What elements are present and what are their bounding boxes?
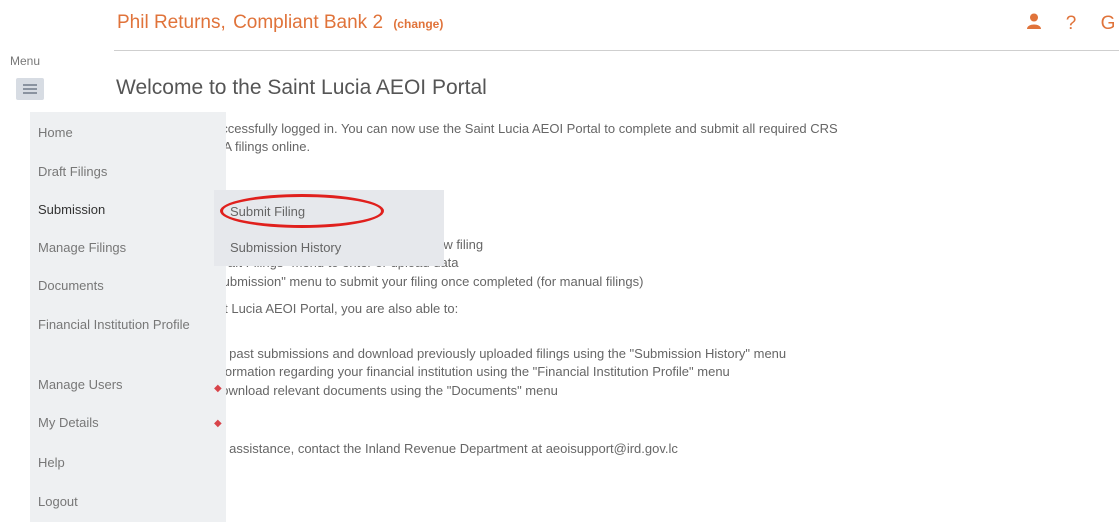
sidebar-item-help[interactable]: Help (38, 455, 65, 470)
sidebar-item-documents[interactable]: Documents (38, 278, 104, 293)
feature-line: nformation regarding your financial inst… (214, 364, 730, 379)
welcome-line: CA filings online. (214, 139, 311, 154)
header-divider (114, 50, 1119, 51)
sidebar-item-draft-filings[interactable]: Draft Filings (38, 164, 107, 179)
sidebar-item-manage-users[interactable]: Manage Users (38, 377, 123, 392)
feature-line: download relevant documents using the "D… (214, 383, 558, 398)
logout-icon[interactable]: G (1097, 13, 1119, 35)
sidebar-item-logout[interactable]: Logout (38, 494, 78, 509)
org-name: Compliant Bank 2 (233, 12, 384, 33)
sidebar-item-home[interactable]: Home (38, 125, 73, 140)
sidebar-item-manage-filings[interactable]: Manage Filings (38, 240, 126, 255)
hamburger-icon[interactable] (16, 78, 44, 100)
support-line: re assistance, contact the Inland Revenu… (214, 441, 678, 456)
help-icon[interactable]: ? (1060, 13, 1082, 35)
highlight-annotation (220, 194, 384, 228)
sidebar-item-submission[interactable]: Submission (38, 202, 105, 217)
feature-line: ur past submissions and download previou… (214, 346, 787, 361)
user-icon[interactable] (1023, 12, 1045, 36)
user-name: Phil Returns (117, 12, 221, 33)
bullet-icon: ◆ (214, 418, 222, 429)
welcome-line: uccessfully logged in. You can now use t… (214, 121, 838, 136)
sidebar-menu: Home Draft Filings Submission Manage Fil… (30, 112, 226, 522)
sidebar-item-my-details[interactable]: My Details (38, 415, 99, 430)
instruction-line: Submission" menu to submit your filing o… (214, 274, 644, 289)
submenu-item-submission-history[interactable]: Submission History (230, 240, 341, 255)
name-separator: , (220, 12, 226, 33)
top-icons: ? G (1023, 12, 1119, 36)
change-org-link[interactable]: (change) (393, 17, 443, 31)
bullet-icon: ◆ (214, 383, 222, 394)
page-title: Welcome to the Saint Lucia AEOI Portal (116, 76, 487, 99)
menu-label: Menu (10, 54, 41, 68)
features-intro: int Lucia AEOI Portal, you are also able… (214, 301, 459, 316)
header-title: Phil Returns, Compliant Bank 2 (change) (117, 12, 443, 34)
sidebar-item-financial-institution-profile[interactable]: Financial Institution Profile (38, 315, 218, 334)
